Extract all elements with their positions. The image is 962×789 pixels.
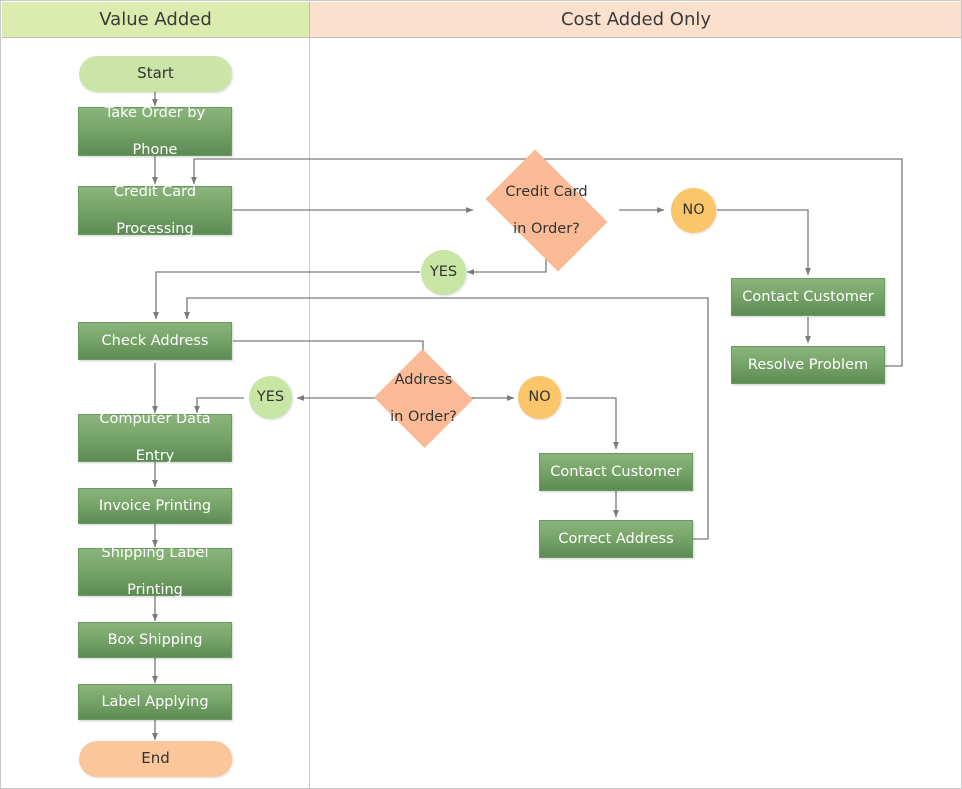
node-resolve-problem[interactable]: Resolve Problem (731, 346, 885, 384)
node-start[interactable]: Start (79, 56, 232, 92)
node-invoice-printing[interactable]: Invoice Printing (78, 488, 232, 524)
node-computer-data-entry[interactable]: Computer Data Entry (78, 411, 232, 464)
wire-credit-yes-to-check-address (153, 271, 420, 320)
node-end[interactable]: End (79, 741, 232, 777)
node-end-label: End (141, 749, 170, 768)
node-credit-card-in-order-decision[interactable]: Credit Card in Order? (474, 149, 619, 272)
node-box-shipping[interactable]: Box Shipping (78, 622, 232, 658)
connector-credit-yes[interactable]: YES (421, 250, 466, 295)
node-computer-data-entry-label: Computer Data Entry (99, 411, 211, 465)
node-address-in-order-decision-label: Address in Order? (390, 371, 457, 425)
node-shipping-label-printing-label: Shipping Label Printing (101, 545, 209, 599)
node-check-address-label: Check Address (101, 332, 209, 349)
connector-address-no-label: NO (528, 389, 551, 406)
connector-credit-yes-label: YES (429, 264, 458, 281)
connector-address-no[interactable]: NO (518, 376, 561, 419)
flowchart-canvas: Value Added Cost Added Only Start Take O… (0, 0, 962, 789)
node-shipping-label-printing[interactable]: Shipping Label Printing (78, 545, 232, 598)
connector-credit-no[interactable]: NO (671, 188, 716, 233)
node-take-order-by-phone[interactable]: Take Order by Phone (78, 105, 232, 158)
node-resolve-problem-label: Resolve Problem (747, 356, 869, 373)
connector-address-yes-label: YES (256, 389, 285, 406)
connector-address-yes[interactable]: YES (249, 376, 292, 419)
node-contact-customer-credit[interactable]: Contact Customer (731, 278, 885, 316)
node-label-applying[interactable]: Label Applying (78, 684, 232, 720)
node-contact-customer-address[interactable]: Contact Customer (539, 453, 693, 491)
node-credit-card-in-order-decision-label: Credit Card in Order? (505, 183, 588, 237)
node-contact-customer-credit-label: Contact Customer (742, 288, 874, 305)
node-label-applying-label: Label Applying (101, 693, 209, 710)
wire-credit-no-to-contact-customer (717, 209, 812, 276)
node-credit-card-processing-label: Credit Card Processing (113, 183, 197, 237)
wire-address-no-to-contact-customer-2 (566, 397, 620, 450)
swimlane-header-cost-added-only: Cost Added Only (310, 2, 961, 38)
connector-credit-no-label: NO (682, 202, 705, 219)
swimlane-divider (309, 38, 310, 788)
node-correct-address[interactable]: Correct Address (539, 520, 693, 558)
node-box-shipping-label: Box Shipping (107, 631, 203, 648)
node-take-order-by-phone-label: Take Order by Phone (104, 104, 206, 158)
node-invoice-printing-label: Invoice Printing (98, 497, 212, 514)
node-check-address[interactable]: Check Address (78, 322, 232, 360)
swimlane-header-value-added: Value Added (2, 2, 310, 38)
node-address-in-order-decision[interactable]: Address in Order? (373, 349, 474, 448)
node-contact-customer-address-label: Contact Customer (550, 463, 682, 480)
node-start-label: Start (137, 64, 174, 83)
node-correct-address-label: Correct Address (558, 530, 674, 547)
node-credit-card-processing[interactable]: Credit Card Processing (78, 184, 232, 237)
